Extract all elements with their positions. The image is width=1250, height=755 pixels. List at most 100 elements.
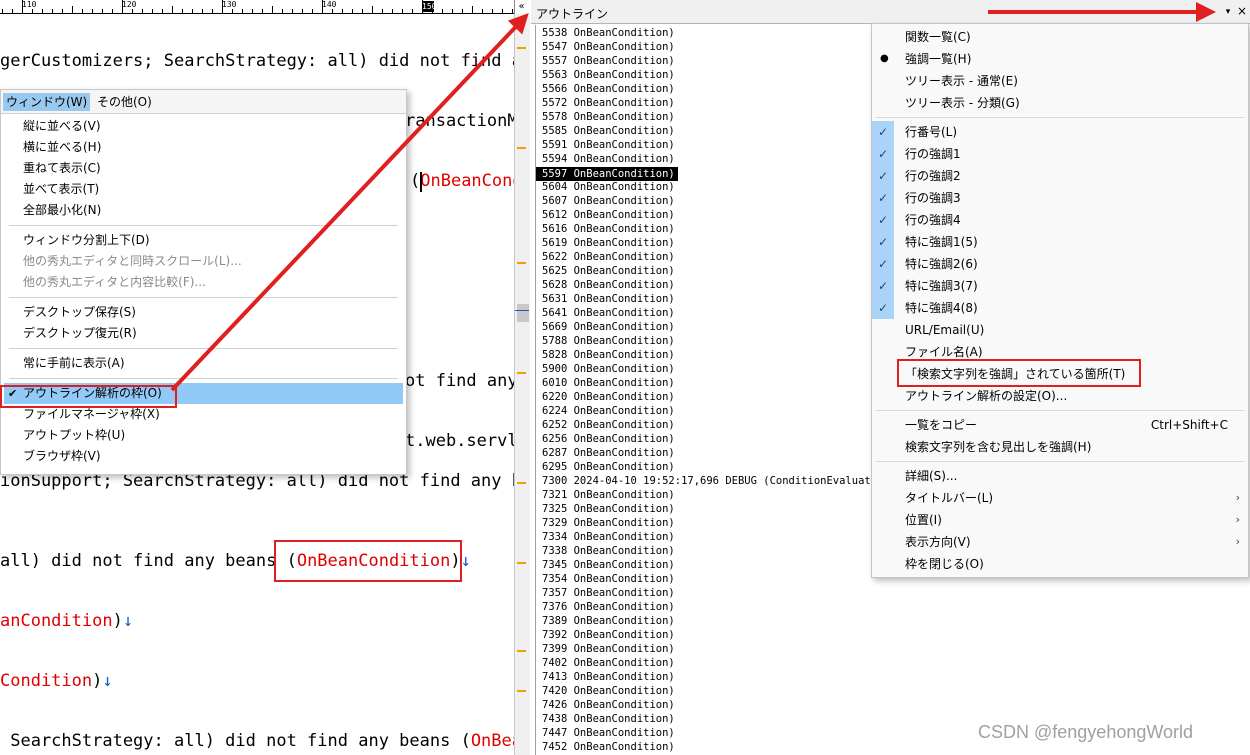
outline-row[interactable]: 7402 OnBeanCondition) — [536, 656, 1235, 670]
check-icon: ✓ — [872, 187, 894, 209]
outline-row[interactable]: 7399 OnBeanCondition) — [536, 642, 1235, 656]
menu-item-always-on-top[interactable]: 常に手前に表示(A) — [1, 353, 406, 374]
menu-item-function-list[interactable]: 関数一覧(C) — [872, 26, 1248, 48]
menu-item-line-number[interactable]: ✓ 行番号(L) — [872, 121, 1248, 143]
highlight-marker — [517, 372, 526, 374]
outline-row[interactable]: 7357 OnBeanCondition) — [536, 586, 1235, 600]
menu-tab-window[interactable]: ウィンドウ(W) — [3, 93, 91, 111]
ruler-tick — [2, 9, 3, 13]
menu-item-close-pane[interactable]: 枠を閉じる(O) — [872, 553, 1248, 575]
ruler-tick — [362, 9, 363, 13]
outline-row[interactable]: 7376 OnBeanCondition) — [536, 600, 1235, 614]
annotation-box — [897, 359, 1141, 387]
menu-item-title-bar[interactable]: タイトルバー(L) › — [872, 487, 1248, 509]
outline-row[interactable]: 7389 OnBeanCondition) — [536, 614, 1235, 628]
highlight-marker — [517, 47, 526, 49]
column-ruler: 110 120 130 140 150 — [0, 0, 514, 14]
editor-line: SearchStrategy: all) did not find any be… — [0, 731, 514, 751]
ruler-tick — [82, 9, 83, 13]
outline-row-selected[interactable]: 5597 OnBeanCondition) — [536, 167, 678, 181]
outline-row[interactable]: 7420 OnBeanCondition) — [536, 684, 1235, 698]
menu-item-split-window[interactable]: ウィンドウ分割上下(D) — [1, 230, 406, 251]
ruler-tick — [192, 9, 193, 13]
ruler-tick — [412, 9, 413, 13]
annotation-box — [0, 385, 177, 408]
ruler-tick — [322, 0, 323, 13]
ruler-tick — [432, 9, 433, 13]
menu-item-line-highlight-4[interactable]: ✓ 行の強調4 — [872, 209, 1248, 231]
outline-menu-dropdown-icon[interactable]: ▾ — [1220, 5, 1236, 19]
menu-tab-other[interactable]: その他(O) — [94, 93, 155, 111]
menu-separator — [9, 225, 398, 226]
menu-item-minimize-all[interactable]: 全部最小化(N) — [1, 200, 406, 221]
ruler-tick — [392, 9, 393, 13]
menu-item-outline-settings[interactable]: アウトライン解析の設定(O)... — [872, 385, 1248, 407]
menu-item-desktop-save[interactable]: デスクトップ保存(S) — [1, 302, 406, 323]
editor-line: gerCustomizers; SearchStrategy: all) did… — [0, 51, 514, 71]
menu-item-copy-list[interactable]: 一覧をコピー Ctrl+Shift+C — [872, 414, 1248, 436]
menu-item-line-highlight-2[interactable]: ✓ 行の強調2 — [872, 165, 1248, 187]
menu-item-sync-scroll: 他の秀丸エディタと同時スクロール(L)... — [23, 254, 242, 268]
editor-marker-gutter[interactable] — [514, 14, 530, 755]
menu-item-compare: 他の秀丸エディタと内容比較(F)... — [23, 275, 206, 289]
editor-line: ransactionM — [405, 111, 514, 131]
ruler-tick — [232, 9, 233, 13]
ruler-tick — [422, 0, 423, 13]
ruler-tick — [372, 6, 373, 13]
menu-item-details[interactable]: 詳細(S)... — [872, 465, 1248, 487]
ruler-tick — [512, 9, 513, 13]
highlight-marker — [517, 562, 526, 564]
check-icon: ✓ — [872, 253, 894, 275]
menu-item-browser-pane[interactable]: ブラウザ枠(V) — [1, 446, 406, 467]
menu-item-url-email[interactable]: URL/Email(U) — [872, 319, 1248, 341]
menu-item-direction[interactable]: 表示方向(V) › — [872, 531, 1248, 553]
ruler-tick — [272, 6, 273, 13]
menu-item-position[interactable]: 位置(I) › — [872, 509, 1248, 531]
ruler-tick — [292, 9, 293, 13]
menu-item-special-highlight-3[interactable]: ✓ 特に強調3(7) — [872, 275, 1248, 297]
outline-title-bar: アウトライン ▾ × — [531, 0, 1250, 24]
outline-row[interactable]: 7392 OnBeanCondition) — [536, 628, 1235, 642]
ruler-tick — [122, 0, 123, 13]
outline-row[interactable]: 7413 OnBeanCondition) — [536, 670, 1235, 684]
ruler-tick — [282, 9, 283, 13]
menu-separator — [876, 461, 1244, 462]
outline-close-icon[interactable]: × — [1235, 4, 1249, 19]
ruler-label: 110 — [22, 0, 37, 9]
menu-item-desktop-restore[interactable]: デスクトップ復元(R) — [1, 323, 406, 344]
radio-dot-icon: ● — [880, 53, 889, 64]
ruler-tick — [72, 6, 73, 13]
menu-separator — [876, 410, 1244, 411]
menu-item-output-pane[interactable]: アウトプット枠(U) — [1, 425, 406, 446]
menu-item-highlight-search-headings[interactable]: 検索文字列を含む見出しを強調(H) — [872, 436, 1248, 458]
menu-item-special-highlight-4[interactable]: ✓ 特に強調4(8) — [872, 297, 1248, 319]
ruler-tick — [52, 9, 53, 13]
ruler-tick — [32, 9, 33, 13]
menu-item-tree-normal[interactable]: ツリー表示 - 通常(E) — [872, 70, 1248, 92]
menu-item-line-highlight-1[interactable]: ✓ 行の強調1 — [872, 143, 1248, 165]
menu-item-line-highlight-3[interactable]: ✓ 行の強調3 — [872, 187, 1248, 209]
outline-row[interactable]: 7426 OnBeanCondition) — [536, 698, 1235, 712]
ruler-tick — [222, 0, 223, 13]
menu-item-special-highlight-1[interactable]: ✓ 特に強調1(5) — [872, 231, 1248, 253]
check-icon: ✓ — [872, 275, 894, 297]
ruler-tick — [202, 9, 203, 13]
ruler-tick — [252, 9, 253, 13]
cursor-line-marker — [515, 310, 529, 311]
editor-line: Condition)↓ — [0, 671, 113, 691]
ruler-collapse-button[interactable]: « — [514, 0, 528, 14]
menu-bar: ウィンドウ(W) その他(O) — [1, 90, 406, 114]
menu-item-tree-category[interactable]: ツリー表示 - 分類(G) — [872, 92, 1248, 114]
menu-separator — [876, 117, 1244, 118]
menu-item-highlight-list[interactable]: ● 強調一覧(H) — [872, 48, 1248, 70]
ruler-tick — [452, 9, 453, 13]
ruler-tick — [152, 9, 153, 13]
menu-item-cascade[interactable]: 重ねて表示(C) — [1, 158, 406, 179]
menu-item-tile[interactable]: 並べて表示(T) — [1, 179, 406, 200]
editor-line: t.web.servle — [405, 431, 514, 451]
menu-item-tile-vertical[interactable]: 縦に並べる(V) — [1, 116, 406, 137]
menu-item-special-highlight-2[interactable]: ✓ 特に強調2(6) — [872, 253, 1248, 275]
gutter-scroll-thumb[interactable] — [517, 304, 529, 322]
ruler-tick — [332, 9, 333, 13]
menu-item-tile-horizontal[interactable]: 横に並べる(H) — [1, 137, 406, 158]
